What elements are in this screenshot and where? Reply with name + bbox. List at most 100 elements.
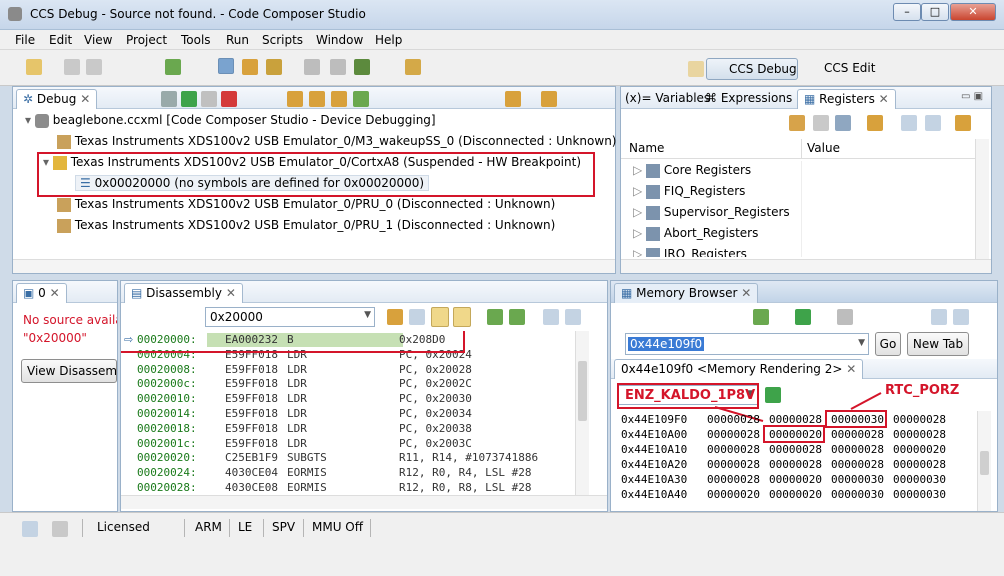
memory-word[interactable]: 00000020 <box>769 488 822 501</box>
tree-item-pru1[interactable]: Texas Instruments XDS100v2 USB Emulator_… <box>57 218 555 233</box>
memory-word[interactable]: 00000030 <box>893 473 946 486</box>
menu-scripts[interactable]: Scripts <box>262 33 303 47</box>
flash-icon[interactable] <box>266 59 282 75</box>
save-icon[interactable] <box>64 59 80 75</box>
register-group[interactable]: ▷ Core Registers <box>633 163 751 178</box>
add-icon[interactable] <box>789 115 805 131</box>
pin-icon[interactable] <box>543 309 559 325</box>
maximize-button[interactable]: □ <box>921 3 949 21</box>
memory-word[interactable]: 00000028 <box>707 443 760 456</box>
memory-word[interactable]: 00000028 <box>893 428 946 441</box>
watch-icon[interactable] <box>330 59 346 75</box>
vertical-scrollbar[interactable] <box>975 139 989 259</box>
memory-word[interactable]: 00000028 <box>707 413 760 426</box>
close-icon[interactable]: ✕ <box>226 286 236 300</box>
clipboard-icon[interactable] <box>52 521 68 537</box>
tree-item-pru0[interactable]: Texas Instruments XDS100v2 USB Emulator_… <box>57 197 555 212</box>
group-icon[interactable] <box>813 115 829 131</box>
register-group[interactable]: ▷ Abort_Registers <box>633 226 758 241</box>
new-icon[interactable] <box>26 59 42 75</box>
tab-disassembly[interactable]: ▤ Disassembly ✕ <box>124 283 243 303</box>
breakpoint-icon[interactable] <box>304 59 320 75</box>
restart-icon[interactable] <box>505 91 521 107</box>
open-perspective-icon[interactable] <box>688 61 704 77</box>
close-icon[interactable]: ✕ <box>80 92 90 106</box>
memory-word[interactable]: 00000028 <box>769 443 822 456</box>
show-source-icon[interactable] <box>409 309 425 325</box>
close-button[interactable]: ✕ <box>950 3 996 21</box>
tree-item-m3[interactable]: Texas Instruments XDS100v2 USB Emulator_… <box>57 134 616 149</box>
tab-debug[interactable]: ✲ Debug ✕ <box>16 89 98 109</box>
view-disassembly-button[interactable]: View Disassem <box>21 359 117 383</box>
chevron-down-icon[interactable]: ▼ <box>364 310 371 320</box>
suspend-icon[interactable] <box>201 91 217 107</box>
horizontal-scrollbar[interactable] <box>121 495 607 509</box>
memory-word[interactable]: 00000028 <box>831 428 884 441</box>
menu-file[interactable]: File <box>15 33 35 47</box>
memory-word[interactable]: 00000028 <box>831 443 884 456</box>
memory-word[interactable]: 00000030 <box>831 473 884 486</box>
close-icon[interactable]: ✕ <box>50 286 60 300</box>
minimize-button[interactable]: – <box>893 3 921 21</box>
memory-word[interactable]: 00000028 <box>707 428 760 441</box>
column-name[interactable]: Name <box>629 141 664 155</box>
memory-word[interactable]: 00000028 <box>893 458 946 471</box>
tab-registers[interactable]: ▦ Registers ✕ <box>797 89 896 109</box>
assembly-step-icon[interactable] <box>353 91 369 107</box>
sync-icon[interactable] <box>453 307 471 327</box>
memory-word[interactable]: 00000028 <box>707 473 760 486</box>
menu-run[interactable]: Run <box>226 33 249 47</box>
memory-word[interactable]: 00000030 <box>893 488 946 501</box>
memory-word[interactable]: 00000020 <box>769 473 822 486</box>
tab-expressions[interactable]: ⌘ Expressions <box>705 91 792 105</box>
step-into-icon[interactable] <box>487 309 503 325</box>
menu-tools[interactable]: Tools <box>181 33 211 47</box>
memory-word[interactable]: 00000030 <box>831 488 884 501</box>
fast-view-icon[interactable] <box>22 521 38 537</box>
tab-variables[interactable]: (x)= Variables <box>625 91 710 105</box>
register-group[interactable]: ▷ FIQ_Registers <box>633 184 745 199</box>
step-over-icon[interactable] <box>509 309 525 325</box>
tab-source[interactable]: ▣ 0 ✕ <box>16 283 67 303</box>
step-return-icon[interactable] <box>331 91 347 107</box>
menu-help[interactable]: Help <box>375 33 402 47</box>
menu-project[interactable]: Project <box>126 33 167 47</box>
go-to-address-icon[interactable] <box>387 309 403 325</box>
target-config-icon[interactable] <box>354 59 370 75</box>
save-all-icon[interactable] <box>86 59 102 75</box>
menu-view[interactable]: View <box>84 33 112 47</box>
link-with-debug-icon[interactable] <box>431 307 449 327</box>
close-icon[interactable]: ✕ <box>879 92 889 106</box>
resume-icon[interactable] <box>181 91 197 107</box>
load-program-icon[interactable] <box>242 59 258 75</box>
horizontal-scrollbar[interactable] <box>13 259 615 273</box>
step-over-icon[interactable] <box>309 91 325 107</box>
memory-icon[interactable] <box>218 58 234 74</box>
register-group[interactable]: ▷ IRQ_Registers <box>633 247 747 257</box>
disassembly-address-input[interactable]: 0x20000 ▼ <box>205 307 375 327</box>
menu-window[interactable]: Window <box>316 33 363 47</box>
refresh-icon[interactable] <box>541 91 557 107</box>
memory-word[interactable]: 00000020 <box>893 443 946 456</box>
new-view-icon[interactable] <box>565 309 581 325</box>
pin-icon[interactable] <box>901 115 917 131</box>
sync-icon[interactable] <box>955 115 971 131</box>
tree-item-ccxml[interactable]: ▾ beaglebone.ccxml [Code Composer Studio… <box>25 113 436 128</box>
memory-word[interactable]: 00000028 <box>769 458 822 471</box>
memory-word[interactable]: 00000028 <box>893 413 946 426</box>
memory-word[interactable]: 00000028 <box>831 458 884 471</box>
new-view-icon[interactable] <box>925 115 941 131</box>
horizontal-scrollbar[interactable] <box>621 259 991 273</box>
perspective-ccs-edit[interactable]: CCS Edit <box>804 61 875 75</box>
menu-edit[interactable]: Edit <box>49 33 72 47</box>
memory-word[interactable]: 00000028 <box>707 458 760 471</box>
register-group[interactable]: ▷ Supervisor_Registers <box>633 205 790 220</box>
remove-all-icon[interactable] <box>161 91 177 107</box>
collapse-icon[interactable] <box>835 115 851 131</box>
column-value[interactable]: Value <box>807 141 840 155</box>
memory-word[interactable]: 00000020 <box>707 488 760 501</box>
refresh-icon[interactable] <box>867 115 883 131</box>
perspective-ccs-debug[interactable]: CCS Debug <box>706 58 798 80</box>
vertical-scrollbar[interactable] <box>575 331 589 495</box>
debug-icon[interactable] <box>165 59 181 75</box>
